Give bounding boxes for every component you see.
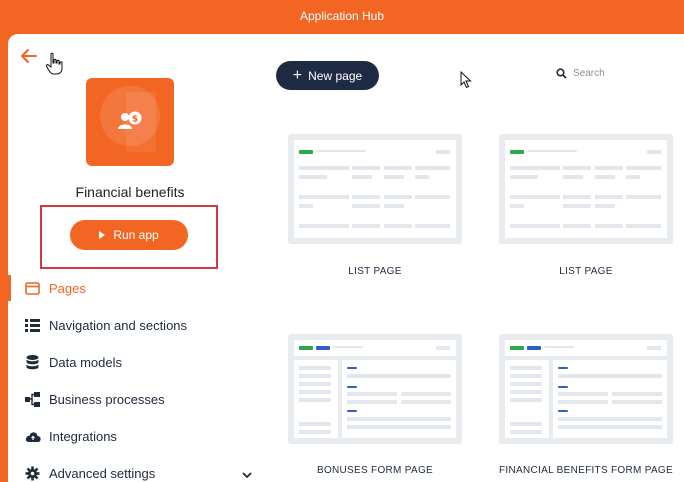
page-card-label: BONUSES FORM PAGE <box>316 465 434 476</box>
sidebar-item-label: Integrations <box>49 429 117 444</box>
svg-text:$: $ <box>132 115 138 125</box>
sidebar-item-data-models[interactable]: Data models <box>8 344 252 381</box>
sidebar-nav: Pages Navigation and sections Data model… <box>8 270 252 482</box>
list-page-thumbnail <box>505 140 667 238</box>
plus-icon: + <box>292 66 303 84</box>
sidebar-item-label: Navigation and sections <box>49 318 188 333</box>
search-placeholder: Search <box>573 68 605 79</box>
app-icon-tile[interactable]: $ <box>86 78 174 166</box>
app-hub-title: Application Hub <box>299 9 385 23</box>
app-name: Financial benefits <box>75 184 185 200</box>
search-box[interactable]: Search <box>556 68 605 79</box>
flowchart-icon <box>24 391 41 408</box>
top-bar: Application Hub <box>0 0 684 34</box>
browser-window-icon <box>24 280 41 297</box>
page-card-financial-benefits-form[interactable] <box>499 334 673 444</box>
page-card-label: LIST PAGE <box>348 266 402 277</box>
run-app-label: Run app <box>113 228 159 242</box>
sidebar-item-navigation[interactable]: Navigation and sections <box>8 307 252 344</box>
sidebar-item-label: Data models <box>49 355 122 370</box>
main-panel: $ Financial benefits Run app Pages Navig… <box>8 34 684 482</box>
page-card-list-1[interactable] <box>288 134 462 244</box>
form-page-thumbnail <box>294 340 456 438</box>
user-dollar-icon: $ <box>116 109 144 133</box>
sidebar-item-pages[interactable]: Pages <box>8 270 252 307</box>
sidebar-item-business-processes[interactable]: Business processes <box>8 381 252 418</box>
page-card-label: FINANCIAL BENEFITS FORM PAGE <box>499 465 673 476</box>
database-icon <box>24 354 41 371</box>
new-page-button[interactable]: + New page <box>276 61 379 90</box>
form-page-thumbnail <box>505 340 667 438</box>
new-page-label: New page <box>308 68 363 83</box>
sidebar-item-label: Pages <box>49 281 86 296</box>
sidebar-item-integrations[interactable]: Integrations <box>8 418 252 455</box>
search-icon <box>556 68 567 79</box>
hand-cursor-icon <box>45 52 65 76</box>
page-card-list-2[interactable] <box>499 134 673 244</box>
gear-icon <box>24 465 41 482</box>
page-card-bonuses-form[interactable] <box>288 334 462 444</box>
sidebar-item-label: Advanced settings <box>49 466 156 481</box>
page-card-label: LIST PAGE <box>559 266 613 277</box>
list-icon <box>24 317 41 334</box>
run-app-button[interactable]: Run app <box>70 220 188 250</box>
chevron-down-icon[interactable] <box>242 468 252 479</box>
list-page-thumbnail <box>294 140 456 238</box>
arrow-cursor-icon <box>460 70 472 89</box>
sidebar-item-label: Business processes <box>49 392 165 407</box>
back-arrow-icon[interactable] <box>20 48 40 64</box>
cloud-icon <box>24 428 41 445</box>
play-icon <box>99 231 106 239</box>
sidebar-item-advanced-settings[interactable]: Advanced settings <box>8 455 252 482</box>
